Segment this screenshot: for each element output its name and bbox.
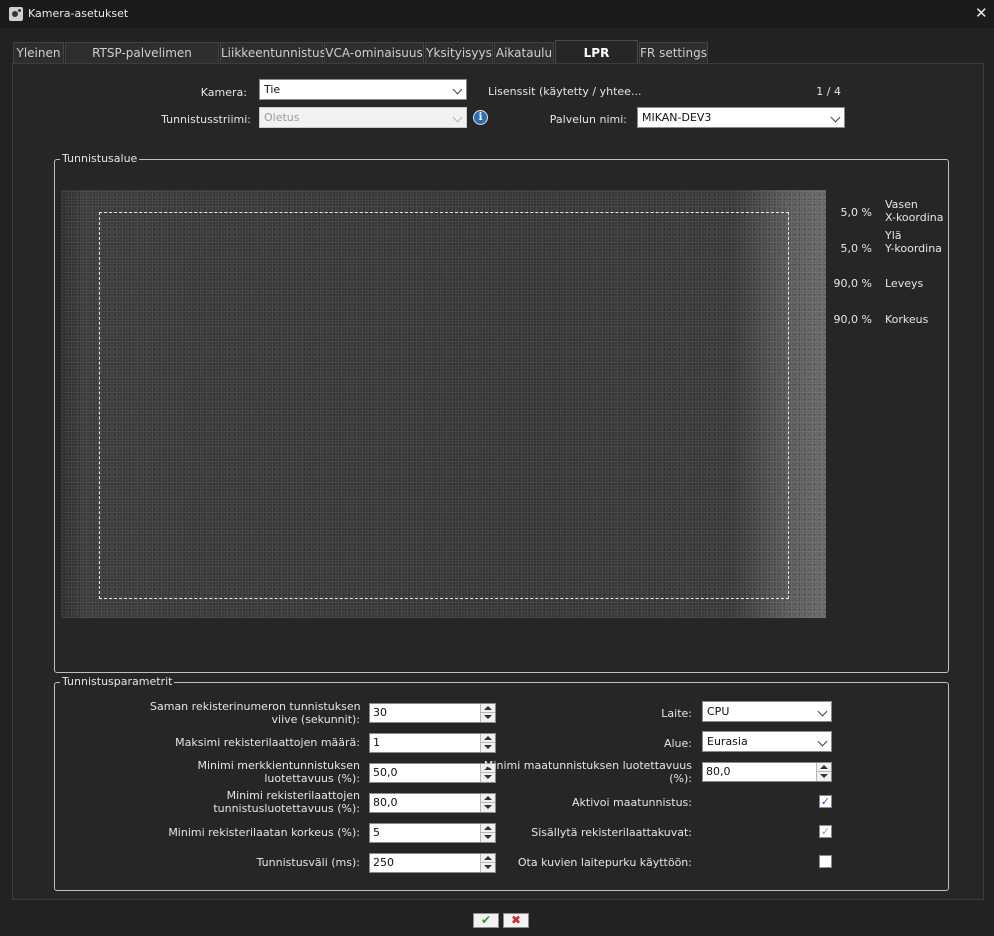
- close-icon[interactable]: ✕: [975, 5, 988, 21]
- include-images-label: Sisällytä rekisterilaattakuvat:: [531, 826, 692, 839]
- chevron-down-icon: [817, 736, 828, 747]
- min-plate-height-label: Minimi rekisterilaatan korkeus (%):: [168, 826, 360, 839]
- detection-interval-value: 250: [373, 856, 394, 869]
- spin-arrows-icon[interactable]: [816, 763, 831, 781]
- licenses-value: 1 / 4: [816, 85, 841, 98]
- server-select[interactable]: MIKAN-DEV3: [637, 107, 845, 128]
- spin-arrows-icon[interactable]: [480, 854, 495, 872]
- include-images-checkbox[interactable]: ✓: [819, 825, 832, 838]
- tab-motion-detection[interactable]: Liikkeentunnistus: [220, 42, 326, 63]
- device-value: CPU: [707, 705, 730, 718]
- window-title: Kamera-asetukset: [28, 7, 129, 20]
- stream-select[interactable]: Oletus: [259, 107, 467, 128]
- spin-arrows-icon[interactable]: [480, 704, 495, 722]
- title-bar: [0, 0, 994, 28]
- tab-fr-settings[interactable]: FR settings: [639, 42, 708, 63]
- region-value: Eurasia: [707, 735, 748, 748]
- camera-select[interactable]: Tie: [259, 79, 467, 100]
- spin-arrows-icon[interactable]: [480, 734, 495, 752]
- tab-yleinen[interactable]: Yleinen: [13, 42, 64, 63]
- tab-schedule[interactable]: Aikataulu: [494, 42, 554, 63]
- chevron-down-icon: [817, 706, 828, 717]
- info-icon[interactable]: i: [473, 110, 488, 125]
- stream-label: Tunnistusstriimi:: [161, 113, 251, 126]
- chevron-down-icon: [830, 112, 841, 123]
- min-plate-conf-value: 80,0: [373, 796, 398, 809]
- max-plates-label: Maksimi rekisterilaattojen määrä:: [175, 736, 360, 749]
- tab-rtsp[interactable]: RTSP-palvelimen striimaus: [65, 42, 219, 81]
- max-plates-stepper[interactable]: 1: [369, 733, 496, 753]
- country-conf-label: Minimi maatunnistuksen luotettavuus (%):: [483, 759, 692, 785]
- hw-decode-checkbox[interactable]: [819, 855, 832, 868]
- licenses-label: Lisenssit (käytetty / yhtee...: [488, 85, 642, 98]
- server-value: MIKAN-DEV3: [642, 111, 712, 124]
- country-conf-stepper[interactable]: 80,0: [702, 762, 832, 782]
- tab-lpr-settings[interactable]: LPR settings: [555, 40, 638, 84]
- spin-arrows-icon[interactable]: [480, 824, 495, 842]
- server-label: Palvelun nimi:: [549, 113, 627, 126]
- chevron-down-icon: [452, 84, 463, 95]
- min-char-conf-value: 50,0: [373, 766, 398, 779]
- plate-delay-label: Saman rekisterinumeron tunnistuksen viive…: [150, 700, 361, 726]
- min-plate-height-stepper[interactable]: 5: [369, 823, 496, 843]
- top-y-value: 5,0 %: [840, 242, 872, 255]
- enable-country-label: Aktivoi maatunnistus:: [572, 796, 692, 809]
- min-char-conf-label: Minimi merkkientunnistuksen luotettavuus …: [197, 759, 360, 785]
- min-plate-height-value: 5: [373, 826, 380, 839]
- camera-settings-icon: [9, 7, 23, 21]
- min-plate-conf-label: Minimi rekisterilaattojen tunnistusluotet…: [213, 789, 360, 815]
- min-plate-conf-stepper[interactable]: 80,0: [369, 793, 496, 813]
- cancel-button[interactable]: ✖: [503, 913, 529, 928]
- spin-arrows-icon[interactable]: [480, 794, 495, 812]
- height-label: Korkeus: [885, 313, 929, 326]
- parameters-legend: Tunnistusparametrit: [60, 675, 175, 688]
- device-select[interactable]: CPU: [702, 701, 832, 722]
- min-char-conf-stepper[interactable]: 50,0: [369, 763, 496, 783]
- detection-interval-label: Tunnistusväli (ms):: [256, 856, 360, 869]
- enable-country-checkbox[interactable]: ✓: [819, 795, 832, 808]
- device-label: Laite:: [661, 707, 692, 720]
- plate-delay-stepper[interactable]: 30: [369, 703, 496, 723]
- left-x-label: Vasen X-koordina: [885, 198, 944, 224]
- width-label: Leveys: [885, 277, 924, 290]
- max-plates-value: 1: [373, 736, 380, 749]
- left-x-value: 5,0 %: [840, 206, 872, 219]
- height-value: 90,0 %: [833, 313, 872, 326]
- camera-value: Tie: [264, 83, 281, 96]
- chevron-down-icon: [452, 112, 463, 123]
- detection-interval-stepper[interactable]: 250: [369, 853, 496, 873]
- region-label: Alue:: [663, 737, 692, 750]
- tab-vca[interactable]: VCA-ominaisuus: [324, 42, 424, 63]
- tab-privacy[interactable]: Yksityisyys: [425, 42, 493, 63]
- country-conf-value: 80,0: [706, 765, 731, 778]
- region-select[interactable]: Eurasia: [702, 731, 832, 752]
- stream-value: Oletus: [264, 111, 300, 124]
- hw-decode-label: Ota kuvien laitepurku käyttöön:: [517, 856, 692, 869]
- ok-button[interactable]: ✔: [473, 913, 499, 928]
- detection-area-legend: Tunnistusalue: [60, 152, 140, 165]
- camera-label: Kamera:: [200, 86, 247, 99]
- plate-delay-value: 30: [373, 706, 387, 719]
- width-value: 90,0 %: [833, 277, 872, 290]
- detection-region-box[interactable]: [99, 212, 789, 599]
- top-y-label: Ylä Y-koordina: [885, 229, 942, 255]
